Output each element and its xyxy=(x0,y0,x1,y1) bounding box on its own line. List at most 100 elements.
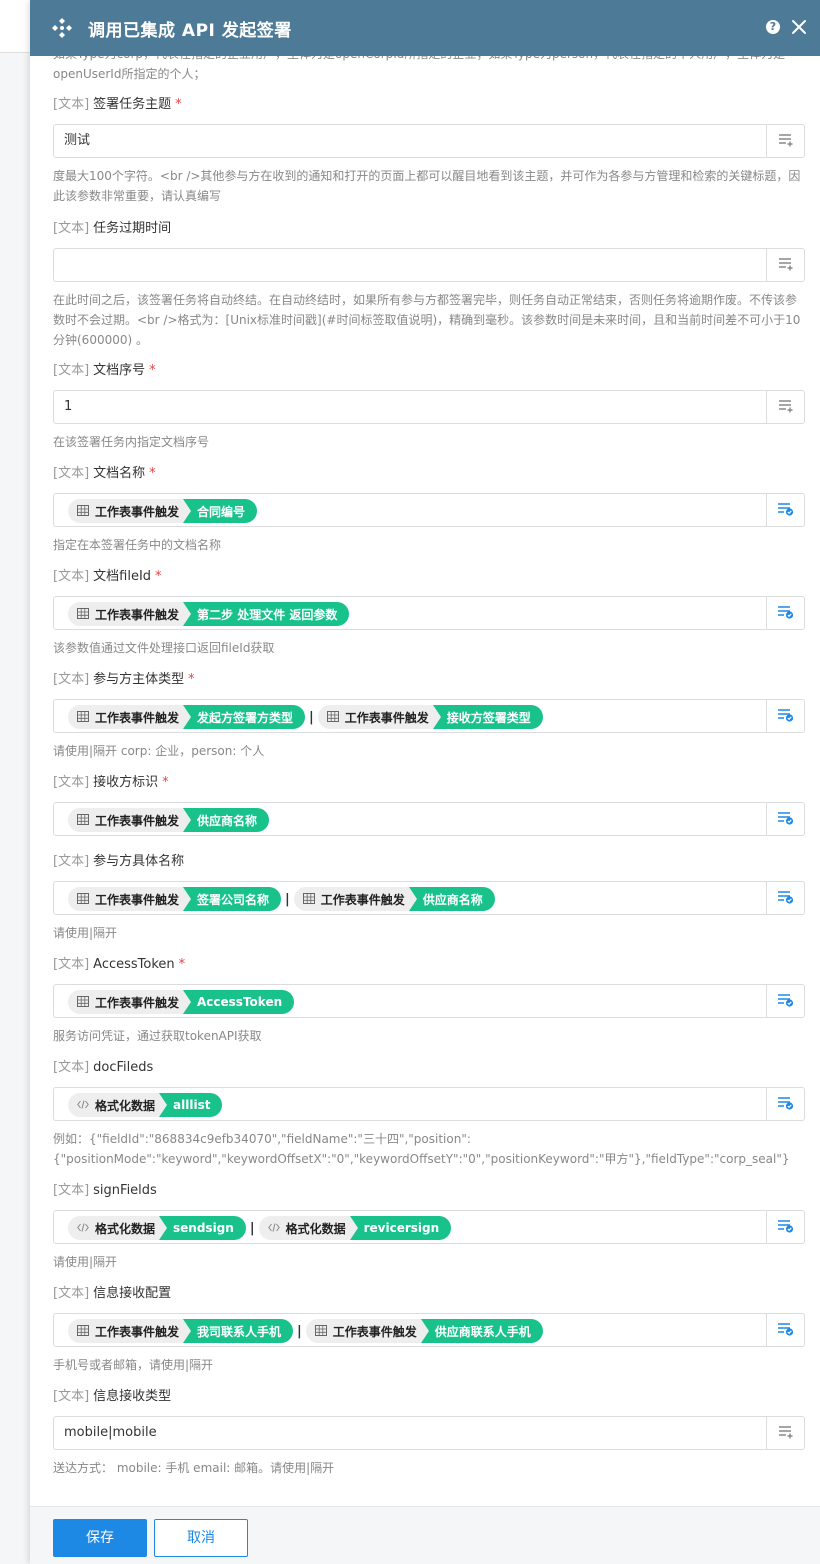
chip-arrow xyxy=(183,887,192,911)
field-input[interactable]: 工作表事件触发 第二步 处理文件 返回参数 xyxy=(53,596,805,630)
field-label: [文本] 文档序号 * xyxy=(53,362,805,380)
field-label: [文本] 信息接收配置 xyxy=(53,1285,805,1303)
field-input[interactable]: 工作表事件触发 我司联系人手机 | 工作表事件触发 供应商联系人手机 xyxy=(53,1313,805,1347)
required-mark: * xyxy=(149,466,156,481)
field-description: 在该签署任务内指定文档序号 xyxy=(53,435,210,449)
field-label-text: 参与方主体类型 xyxy=(93,672,185,687)
field-input[interactable]: 测试 xyxy=(53,124,805,158)
dialog-body[interactable]: 如果Type为corp，代表在指定的企业用户，主体为是openCorpId所指定… xyxy=(30,56,820,1506)
required-mark: * xyxy=(175,97,182,112)
chip-source: 工作表事件触发 xyxy=(68,808,184,832)
select-variable-button[interactable] xyxy=(766,1211,804,1243)
field-type-tag: [文本] xyxy=(53,569,90,584)
variable-chip[interactable]: 格式化数据 alllist xyxy=(68,1093,223,1117)
field-input[interactable]: 工作表事件触发 AccessToken xyxy=(53,984,805,1018)
chip-source-label: 工作表事件触发 xyxy=(344,710,429,725)
field-input[interactable]: 格式化数据 sendsign | 格式化数据 revicersign xyxy=(53,1210,805,1244)
variable-chip[interactable]: 格式化数据 revicersign xyxy=(258,1216,452,1240)
variable-chip[interactable]: 工作表事件触发 供应商名称 xyxy=(68,808,270,832)
chip-value: 签署公司名称 xyxy=(191,887,282,911)
chip-source-label: 工作表事件触发 xyxy=(332,1324,417,1339)
chip-group: 工作表事件触发 发起方签署方类型 | 工作表事件触发 接收方签署类型 xyxy=(68,705,543,729)
select-variable-button[interactable] xyxy=(766,1088,804,1120)
insert-variable-button[interactable] xyxy=(766,391,804,423)
select-variable-button[interactable] xyxy=(766,700,804,732)
insert-variable-button[interactable] xyxy=(766,249,804,281)
insert-variable-button[interactable] xyxy=(766,1417,804,1449)
chip-value: 供应商联系人手机 xyxy=(428,1319,543,1343)
field-input[interactable] xyxy=(53,248,805,282)
variable-chip[interactable]: 格式化数据 sendsign xyxy=(68,1216,246,1240)
help-icon[interactable]: ? xyxy=(766,20,780,34)
variable-chip[interactable]: 工作表事件触发 签署公司名称 xyxy=(68,887,282,911)
chip-arrow xyxy=(408,887,417,911)
chip-group: 工作表事件触发 AccessToken xyxy=(68,990,295,1014)
field-label-text: 参与方具体名称 xyxy=(93,854,185,869)
chip-source: 工作表事件触发 xyxy=(68,602,184,626)
chip-source-label: 工作表事件触发 xyxy=(95,710,180,725)
field-input[interactable]: 格式化数据 alllist xyxy=(53,1087,805,1121)
list-check-icon xyxy=(777,889,794,908)
select-variable-button[interactable] xyxy=(766,985,804,1017)
chip-value: 第二步 处理文件 返回参数 xyxy=(191,602,350,626)
chip-arrow xyxy=(159,1093,168,1117)
field-type-tag: [文本] xyxy=(53,1060,90,1075)
chip-value: 合同编号 xyxy=(191,499,258,523)
chip-group: 格式化数据 alllist xyxy=(68,1093,223,1117)
form-field: [文本] AccessToken * 工作表事件触发 AccessToken 服务访问凭证… xyxy=(53,956,805,1046)
field-input[interactable]: 1 xyxy=(53,390,805,424)
select-variable-button[interactable] xyxy=(766,882,804,914)
list-check-icon xyxy=(777,992,794,1011)
chip-group: 工作表事件触发 我司联系人手机 | 工作表事件触发 供应商联系人手机 xyxy=(68,1319,543,1343)
field-input[interactable]: 工作表事件触发 供应商名称 xyxy=(53,802,805,836)
variable-chip[interactable]: 工作表事件触发 我司联系人手机 xyxy=(68,1319,294,1343)
table-icon xyxy=(314,1325,327,1337)
required-mark: * xyxy=(178,957,186,972)
chip-arrow xyxy=(420,1319,429,1343)
field-input[interactable]: 工作表事件触发 发起方签署方类型 | 工作表事件触发 接收方签署类型 xyxy=(53,699,805,733)
list-add-icon xyxy=(778,132,794,151)
field-type-tag: [文本] xyxy=(53,854,90,869)
variable-chip[interactable]: 工作表事件触发 AccessToken xyxy=(68,990,295,1014)
form-field: [文本] signFields 格式化数据 sendsign | 格式化数据 revicer… xyxy=(53,1182,805,1272)
field-description: 请使用|隔开 corp: 企业，person: 个人 xyxy=(53,744,265,758)
background-header xyxy=(0,0,30,53)
variable-chip[interactable]: 工作表事件触发 第二步 处理文件 返回参数 xyxy=(68,602,350,626)
variable-chip[interactable]: 工作表事件触发 发起方签署方类型 xyxy=(68,705,306,729)
select-variable-button[interactable] xyxy=(766,803,804,835)
field-input[interactable]: 工作表事件触发 签署公司名称 | 工作表事件触发 供应商名称 xyxy=(53,881,805,915)
insert-variable-button[interactable] xyxy=(766,125,804,157)
field-input[interactable]: 工作表事件触发 合同编号 xyxy=(53,493,805,527)
field-label: [文本] 签署任务主题 * xyxy=(53,96,805,114)
field-description: 如果Type为corp，代表在指定的企业用户，主体为是openCorpId所指定… xyxy=(53,56,785,81)
chip-value: 供应商名称 xyxy=(191,808,270,832)
form-field: [文本] 任务过期时间 在此时间之后，该签署任务将自动终结。在自动终结时，如果所有参… xyxy=(53,220,805,350)
variable-chip[interactable]: 工作表事件触发 接收方签署类型 xyxy=(317,705,543,729)
select-variable-button[interactable] xyxy=(766,494,804,526)
close-icon[interactable] xyxy=(790,18,808,36)
variable-chip[interactable]: 工作表事件触发 供应商名称 xyxy=(293,887,495,911)
table-icon xyxy=(77,505,89,517)
variable-chip[interactable]: 工作表事件触发 合同编号 xyxy=(68,499,258,523)
save-button[interactable]: 保存 xyxy=(53,1519,147,1557)
chip-group: 工作表事件触发 签署公司名称 | 工作表事件触发 供应商名称 xyxy=(68,887,495,911)
variable-chip[interactable]: 工作表事件触发 供应商联系人手机 xyxy=(305,1319,543,1343)
dialog-footer: 保存 取消 xyxy=(30,1506,820,1564)
field-type-tag: [文本] xyxy=(53,363,90,378)
list-check-icon xyxy=(777,810,794,829)
chip-arrow xyxy=(183,602,192,626)
select-variable-button[interactable] xyxy=(766,1314,804,1346)
list-check-icon xyxy=(777,604,794,623)
chip-source: 工作表事件触发 xyxy=(317,705,433,729)
select-variable-button[interactable] xyxy=(766,597,804,629)
table-icon xyxy=(302,893,315,905)
list-check-icon xyxy=(777,1095,794,1114)
cancel-button[interactable]: 取消 xyxy=(154,1519,248,1557)
list-check-icon xyxy=(777,1321,794,1340)
field-value: 测试 xyxy=(64,133,91,148)
form-field: [文本] 接收方标识 * 工作表事件触发 供应商名称 xyxy=(53,774,805,836)
field-input[interactable]: mobile|mobile xyxy=(53,1416,805,1450)
field-type-tag: [文本] xyxy=(53,1389,90,1404)
chip-value: 接收方签署类型 xyxy=(440,705,543,729)
chip-value: 我司联系人手机 xyxy=(191,1319,294,1343)
